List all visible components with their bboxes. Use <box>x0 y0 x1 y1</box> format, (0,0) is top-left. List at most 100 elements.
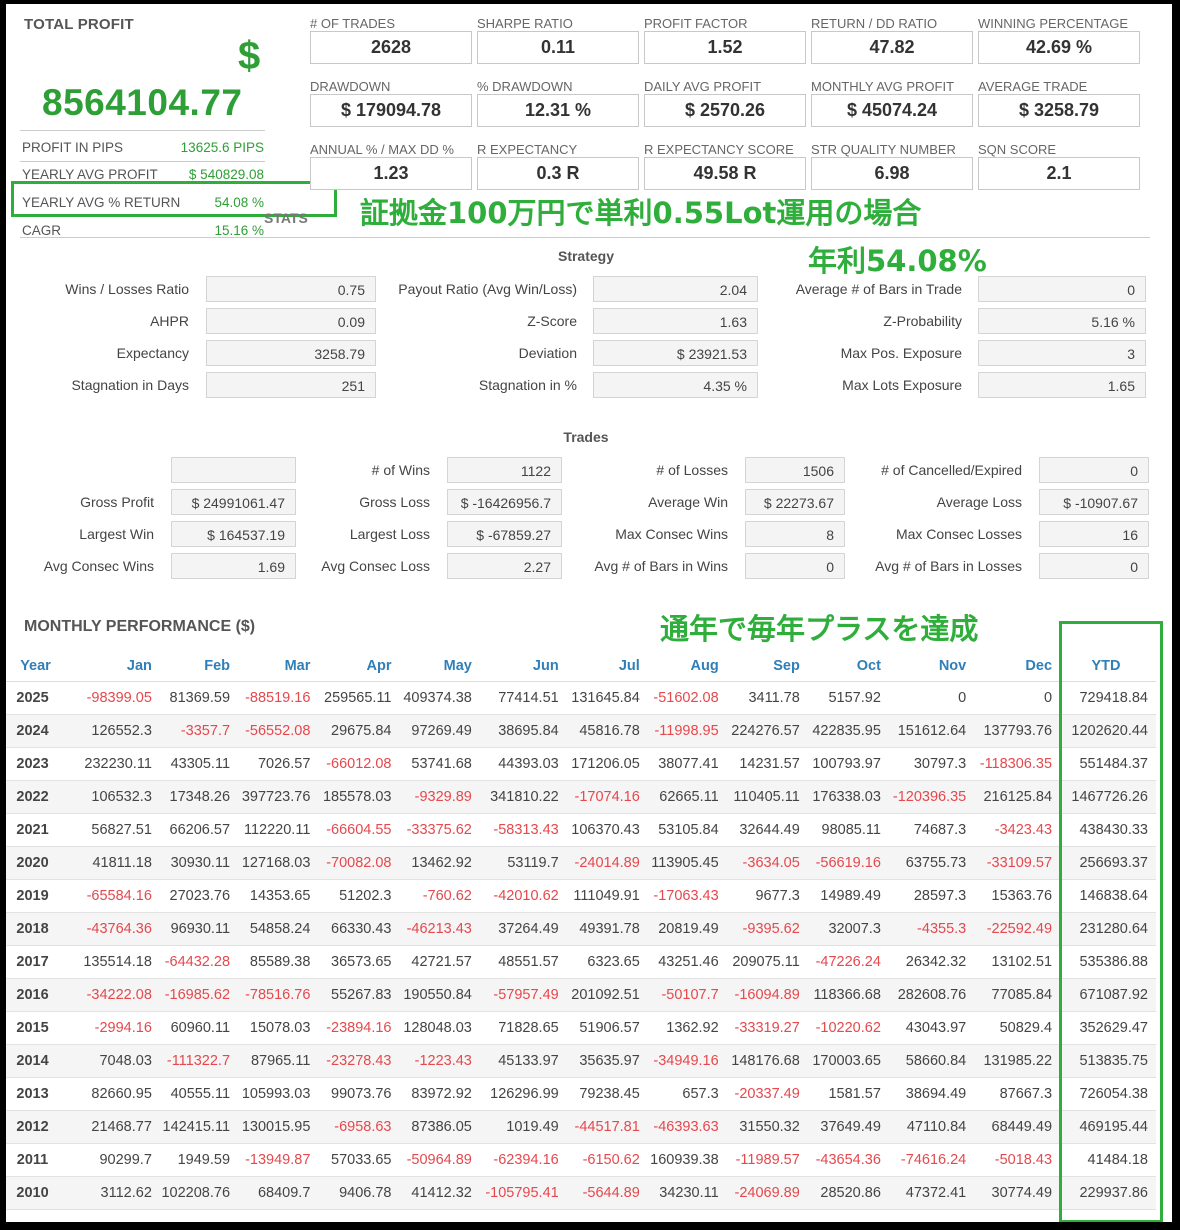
month-cell: -47226.24 <box>803 945 885 979</box>
month-cell: 45133.97 <box>475 1044 563 1078</box>
month-cell: 96930.11 <box>155 912 235 946</box>
month-cell: 171206.05 <box>562 747 644 781</box>
month-cell: -22592.49 <box>970 912 1057 946</box>
month-cell: -33319.27 <box>722 1011 804 1045</box>
month-cell: 259565.11 <box>314 681 396 715</box>
metric-label-r-expectancy-score: R EXPECTANCY SCORE <box>644 142 794 157</box>
month-cell: 185578.03 <box>314 780 396 814</box>
table-row: 2010 3112.62 102208.76 68409.7 9406.78 41412.… <box>6 1176 1156 1210</box>
month-cell: 48551.57 <box>475 945 563 979</box>
table-row: 2018 -43764.36 96930.11 54858.24 66330.43 -46… <box>6 912 1156 946</box>
month-cell: -20337.49 <box>722 1077 804 1111</box>
trades-label-avg-of-bars-in-wins: Avg # of Bars in Wins <box>594 558 728 574</box>
metric-label-monthly-avg-profit: MONTHLY AVG PROFIT <box>811 79 955 94</box>
month-cell: 224276.57 <box>722 714 804 748</box>
table-row: 2019 -65584.16 27023.76 14353.65 51202.3 -760… <box>6 879 1156 913</box>
month-cell: 63755.73 <box>884 846 971 880</box>
month-cell: 38694.49 <box>884 1077 971 1111</box>
strategy-label-wins-losses-ratio: Wins / Losses Ratio <box>65 281 189 297</box>
month-cell: 135514.18 <box>65 945 156 979</box>
strategy-value-max-lots-exposure: 1.65 <box>978 372 1146 398</box>
month-cell: 127168.03 <box>234 846 315 880</box>
trades-value-of-wins: 1122 <box>447 457 562 483</box>
month-cell: -57957.49 <box>475 978 563 1012</box>
month-cell: 68449.49 <box>970 1110 1057 1144</box>
month-cell: -10220.62 <box>803 1011 885 1045</box>
year-cell: 2020 <box>6 846 66 880</box>
profit-in-pips-label: PROFIT IN PIPS <box>22 140 124 155</box>
month-cell: 38695.84 <box>475 714 563 748</box>
month-cell: 68409.7 <box>234 1176 315 1210</box>
month-cell: 110405.11 <box>722 780 804 814</box>
month-cell: 1019.49 <box>475 1110 563 1144</box>
trades-label-max-consec-wins: Max Consec Wins <box>615 526 728 542</box>
metric-value-profit-factor: 1.52 <box>644 31 806 64</box>
month-cell: 657.3 <box>643 1077 723 1111</box>
trades-label-of-losses: # of Losses <box>656 462 728 478</box>
month-cell: 60960.11 <box>155 1011 235 1045</box>
month-cell: 105993.03 <box>234 1077 315 1111</box>
strategy-value-payout-ratio-avg-win-loss: 2.04 <box>593 276 758 302</box>
month-cell: 1949.59 <box>155 1143 235 1177</box>
month-cell: 82660.95 <box>65 1077 156 1111</box>
month-cell: 32644.49 <box>722 813 804 847</box>
metric-value-of-trades: 2628 <box>310 31 472 64</box>
metric-value-daily-avg-profit: $ 2570.26 <box>644 94 806 127</box>
divider <box>20 130 265 131</box>
metric-label-profit-factor: PROFIT FACTOR <box>644 16 748 31</box>
year-cell: 2014 <box>6 1044 66 1078</box>
annotation-margin-note: 証拠金100万円で単利0.55Lot運用の場合 <box>360 196 922 230</box>
month-cell: 13102.51 <box>970 945 1057 979</box>
strategy-value-z-probability: 5.16 % <box>978 308 1146 334</box>
trades-value-max-consec-wins: 8 <box>745 521 845 547</box>
trades-value-avg-of-bars-in-losses: 0 <box>1039 553 1149 579</box>
month-cell: 40555.11 <box>155 1077 235 1111</box>
trades-value-average-win: $ 22273.67 <box>745 489 845 515</box>
month-cell: -50964.89 <box>395 1143 476 1177</box>
column-header-feb: Feb <box>155 651 235 682</box>
month-cell: 45816.78 <box>562 714 644 748</box>
year-cell: 2021 <box>6 813 66 847</box>
month-cell: 53741.68 <box>395 747 476 781</box>
month-cell: -1223.43 <box>395 1044 476 1078</box>
month-cell: 74687.3 <box>884 813 971 847</box>
year-cell: 2023 <box>6 747 66 781</box>
cagr-value: 15.16 % <box>214 223 264 238</box>
month-cell: -88519.16 <box>234 681 315 715</box>
column-header-aug: Aug <box>643 651 723 682</box>
month-cell: 44393.03 <box>475 747 563 781</box>
month-cell: -3634.05 <box>722 846 804 880</box>
month-cell: 128048.03 <box>395 1011 476 1045</box>
month-cell: 142415.11 <box>155 1110 235 1144</box>
month-cell: 49391.78 <box>562 912 644 946</box>
month-cell: 126296.99 <box>475 1077 563 1111</box>
trades-value-gross-profit: $ 24991061.47 <box>171 489 296 515</box>
month-cell: 87386.05 <box>395 1110 476 1144</box>
month-cell: 42721.57 <box>395 945 476 979</box>
month-cell: -23894.16 <box>314 1011 396 1045</box>
month-cell: -43764.36 <box>65 912 156 946</box>
month-cell: 34230.11 <box>643 1176 723 1210</box>
month-cell: 77414.51 <box>475 681 563 715</box>
month-cell: 14989.49 <box>803 879 885 913</box>
strategy-label-expectancy: Expectancy <box>116 345 189 361</box>
month-cell: -13949.87 <box>234 1143 315 1177</box>
strategy-label-stagnation-in: Stagnation in % <box>478 377 577 393</box>
month-cell: 71828.65 <box>475 1011 563 1045</box>
yearly-avg-profit-value: $ 540829.08 <box>188 167 264 182</box>
metric-label-annual-max-dd: ANNUAL % / MAX DD % <box>310 142 454 157</box>
metric-label-daily-avg-profit: DAILY AVG PROFIT <box>644 79 762 94</box>
month-cell: 216125.84 <box>970 780 1057 814</box>
month-cell: 31550.32 <box>722 1110 804 1144</box>
trades-value-of-cancelled-expired: 0 <box>1039 457 1149 483</box>
month-cell: 66206.57 <box>155 813 235 847</box>
strategy-value-wins-losses-ratio: 0.75 <box>206 276 376 302</box>
metric-value-r-expectancy-score: 49.58 R <box>644 157 806 190</box>
month-cell: -56619.16 <box>803 846 885 880</box>
month-cell: 20819.49 <box>643 912 723 946</box>
month-cell: -24014.89 <box>562 846 644 880</box>
month-cell: 51906.57 <box>562 1011 644 1045</box>
month-cell: 83972.92 <box>395 1077 476 1111</box>
month-cell: -65584.16 <box>65 879 156 913</box>
month-cell: 30930.11 <box>155 846 235 880</box>
